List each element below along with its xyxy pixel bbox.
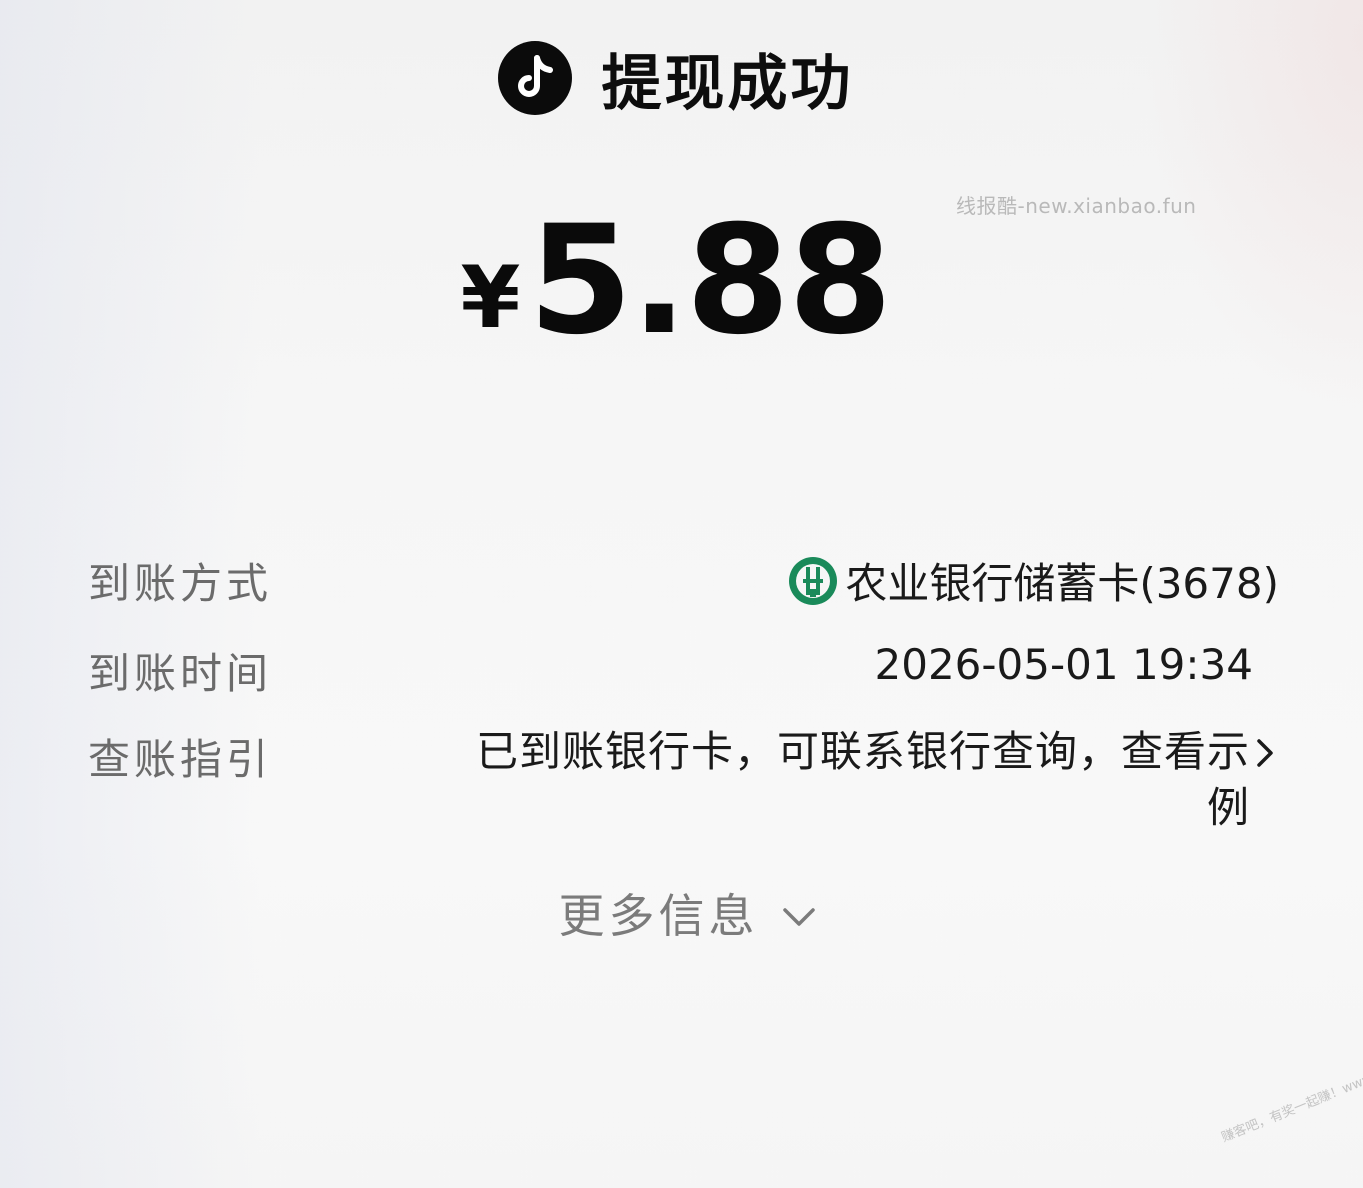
agricultural-bank-logo-icon xyxy=(789,556,838,605)
watermark-text: 赚客吧，有奖一起赚！www.zuanke8.com xyxy=(1219,1037,1363,1146)
page-title: 提现成功 xyxy=(601,48,854,119)
currency-symbol: ¥ xyxy=(460,248,521,348)
more-info-label: 更多信息 xyxy=(558,889,759,943)
chevron-right-icon[interactable] xyxy=(1252,735,1278,771)
method-label: 到账方式 xyxy=(88,559,273,608)
guide-link[interactable]: 已到账银行卡，可联系银行查询，查看示例 xyxy=(470,724,1250,836)
withdraw-amount: ¥ 5.88 xyxy=(0,196,1363,356)
chevron-down-icon xyxy=(782,908,815,926)
amount-value: 5.88 xyxy=(528,194,892,368)
time-label: 到账时间 xyxy=(88,649,273,698)
more-info-toggle[interactable]: 更多信息 xyxy=(0,880,1363,946)
guide-label: 查账指引 xyxy=(88,735,273,784)
page-header: 提现成功 xyxy=(0,38,1363,119)
bank-card-text: 农业银行储蓄卡(3678) xyxy=(845,559,1279,608)
time-value: 2026-05-01 19:34 xyxy=(874,640,1253,689)
tiktok-note-icon xyxy=(497,41,572,115)
method-value: 农业银行储蓄卡(3678) xyxy=(787,550,1279,611)
